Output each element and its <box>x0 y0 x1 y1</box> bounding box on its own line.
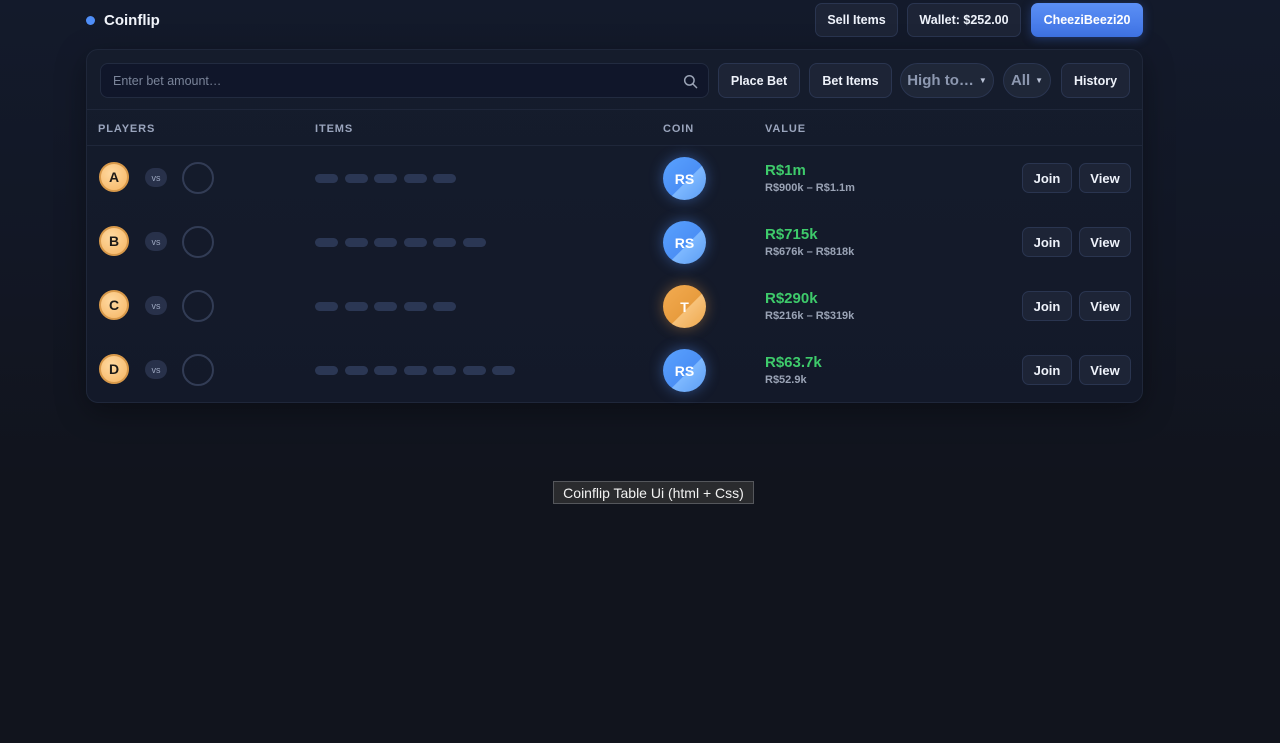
sort-select-value: High to… <box>907 72 974 89</box>
item-placeholder <box>374 174 397 183</box>
view-button[interactable]: View <box>1079 291 1131 321</box>
toolbar: Place Bet Bet Items High to… ▼ All ▼ His… <box>87 50 1142 110</box>
bet-amount-input[interactable] <box>101 64 708 97</box>
vs-badge: vs <box>145 296 167 315</box>
item-placeholder <box>315 366 338 375</box>
bet-value: R$1m <box>765 162 806 179</box>
filter-select-value: All <box>1010 72 1031 89</box>
bet-value-range: R$676k – R$818k <box>765 246 855 258</box>
table-header: PLAYERS ITEMS COIN VALUE <box>87 111 1142 146</box>
player-avatar: C <box>99 290 129 320</box>
item-placeholder <box>374 366 397 375</box>
item-placeholder <box>403 238 427 247</box>
search-icon[interactable] <box>683 74 698 89</box>
item-placeholder <box>344 238 368 247</box>
item-placeholder <box>315 174 338 183</box>
page-title: Coinflip <box>104 12 160 29</box>
item-placeholder <box>315 302 338 311</box>
item-placeholder <box>433 302 456 311</box>
sell-items-button[interactable]: Sell Items <box>815 3 898 37</box>
item-placeholder <box>374 238 397 247</box>
coin-badge: RS <box>663 221 706 264</box>
item-placeholder <box>374 302 397 311</box>
table-row: D vs RS R$63.7k R$52.9k Join View <box>87 338 1142 402</box>
item-placeholder <box>344 366 368 375</box>
status-dot-icon <box>86 16 95 25</box>
view-button[interactable]: View <box>1079 227 1131 257</box>
table-row: A vs RS R$1m R$900k – R$1.1m Join View <box>87 146 1142 210</box>
player-avatar: B <box>99 226 129 256</box>
table-row: C vs T R$290k R$216k – R$319k Join View <box>87 274 1142 338</box>
vs-badge: vs <box>145 232 167 251</box>
coin-badge: T <box>663 285 706 328</box>
caret-down-icon: ▼ <box>1035 76 1044 85</box>
view-button[interactable]: View <box>1079 355 1131 385</box>
item-placeholder <box>403 302 427 311</box>
vs-badge: vs <box>145 168 167 187</box>
empty-player-slot <box>182 290 214 322</box>
join-button[interactable]: Join <box>1022 227 1072 257</box>
coin-badge: RS <box>663 157 706 200</box>
item-placeholder <box>433 174 456 183</box>
join-button[interactable]: Join <box>1022 291 1072 321</box>
user-button[interactable]: CheeziBeezi20 <box>1031 3 1143 37</box>
history-button[interactable]: History <box>1061 63 1130 98</box>
items-list <box>315 174 463 183</box>
view-button[interactable]: View <box>1079 163 1131 193</box>
join-button[interactable]: Join <box>1022 355 1072 385</box>
items-list <box>315 302 463 311</box>
top-bar: Coinflip Sell Items Wallet: $252.00 Chee… <box>86 3 1143 37</box>
coin-badge: RS <box>663 349 706 392</box>
bet-items-button[interactable]: Bet Items <box>809 63 892 98</box>
item-placeholder <box>492 366 515 375</box>
items-list <box>315 366 522 375</box>
player-avatar: A <box>99 162 129 192</box>
place-bet-button[interactable]: Place Bet <box>718 63 800 98</box>
search-box <box>100 63 709 98</box>
bet-value-range: R$216k – R$319k <box>765 310 855 322</box>
item-placeholder <box>462 238 486 247</box>
item-placeholder <box>433 238 456 247</box>
column-header-coin: COIN <box>663 123 695 135</box>
table-row: B vs RS R$715k R$676k – R$818k Join View <box>87 210 1142 274</box>
tooltip: Coinflip Table Ui (html + Css) <box>553 481 754 504</box>
empty-player-slot <box>182 354 214 386</box>
brand: Coinflip <box>86 12 160 29</box>
item-placeholder <box>315 238 338 247</box>
wallet-button[interactable]: Wallet: $252.00 <box>907 3 1021 37</box>
item-placeholder <box>403 366 427 375</box>
bet-value: R$290k <box>765 290 818 307</box>
filter-select[interactable]: All ▼ <box>1003 63 1051 98</box>
item-placeholder <box>344 174 368 183</box>
column-header-items: ITEMS <box>315 123 354 135</box>
empty-player-slot <box>182 226 214 258</box>
vs-badge: vs <box>145 360 167 379</box>
bet-value-range: R$900k – R$1.1m <box>765 182 855 194</box>
item-placeholder <box>403 174 427 183</box>
caret-down-icon: ▼ <box>978 76 987 85</box>
bet-value: R$63.7k <box>765 354 822 371</box>
column-header-players: PLAYERS <box>98 123 156 135</box>
sort-select[interactable]: High to… ▼ <box>900 63 994 98</box>
items-list <box>315 238 492 247</box>
coinflip-panel: Place Bet Bet Items High to… ▼ All ▼ His… <box>86 49 1143 403</box>
bet-value-range: R$52.9k <box>765 374 807 386</box>
empty-player-slot <box>182 162 214 194</box>
bet-value: R$715k <box>765 226 818 243</box>
item-placeholder <box>433 366 456 375</box>
item-placeholder <box>344 302 368 311</box>
player-avatar: D <box>99 354 129 384</box>
column-header-value: VALUE <box>765 123 806 135</box>
item-placeholder <box>462 366 486 375</box>
join-button[interactable]: Join <box>1022 163 1072 193</box>
